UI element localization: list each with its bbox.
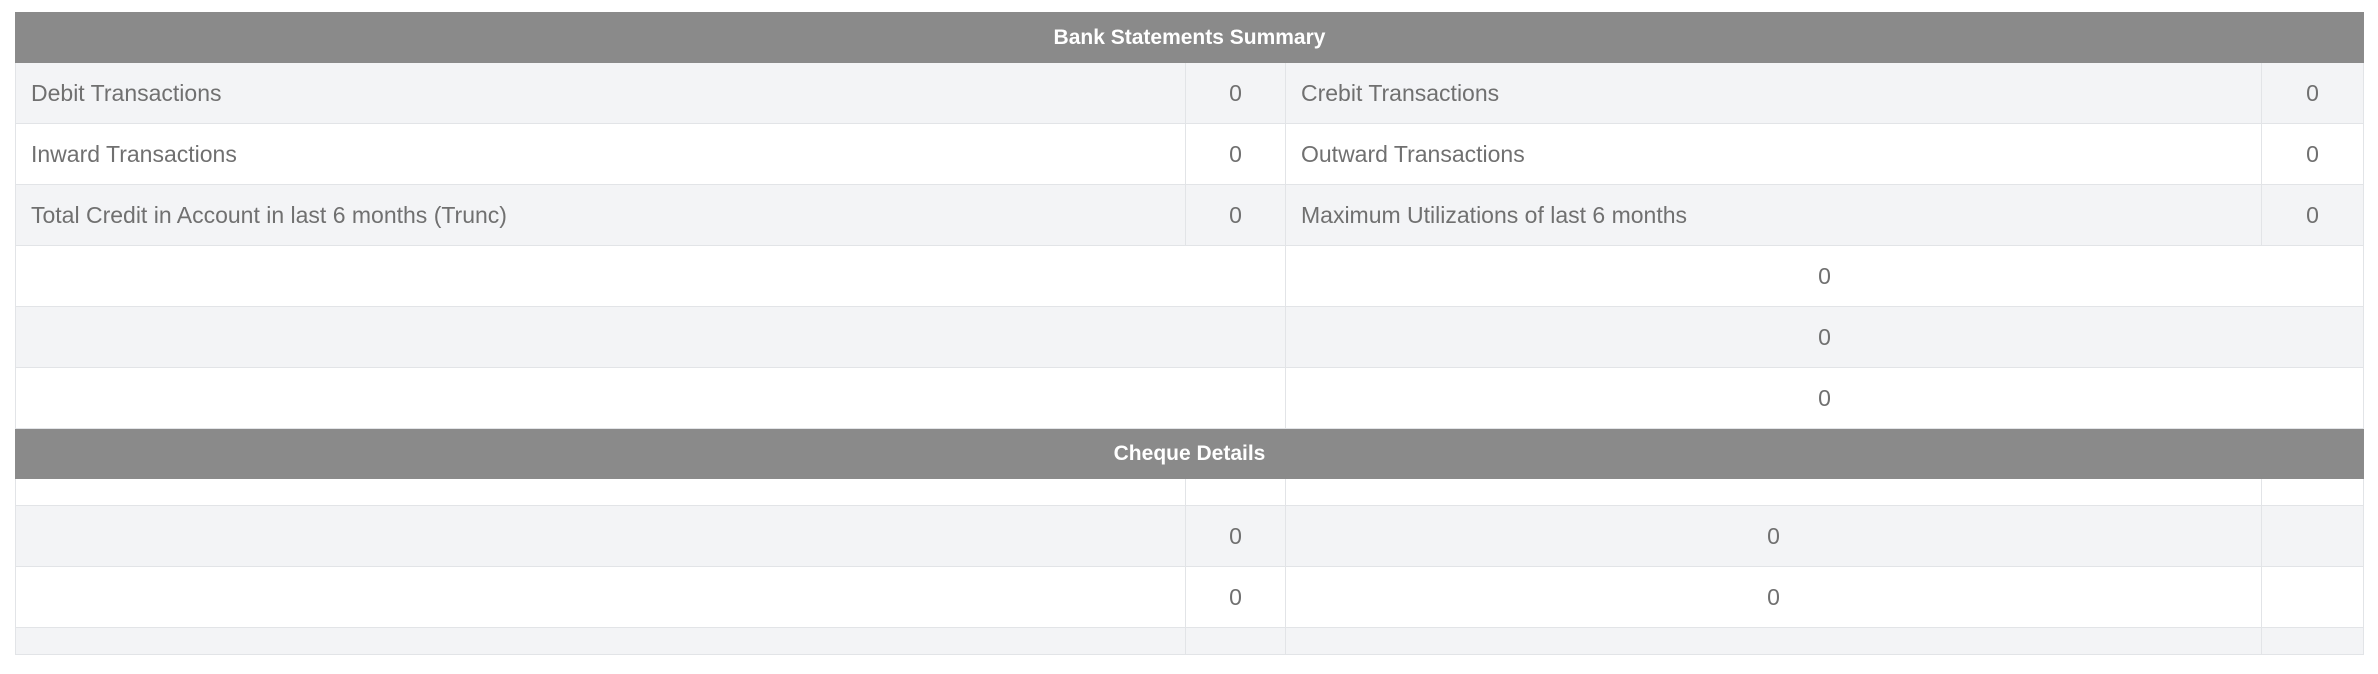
total-credit-label: Total Credit in Account in last 6 months… [15, 184, 1186, 246]
empty-cell [15, 478, 1186, 506]
empty-cell [1285, 627, 2262, 655]
extra-value: 0 [1285, 367, 2364, 429]
debit-transactions-value: 0 [1185, 62, 1286, 124]
cheque-value: 0 [1185, 566, 1286, 628]
empty-cell [1185, 627, 1286, 655]
empty-cell [15, 627, 1186, 655]
table-row: 0 0 [15, 505, 2364, 567]
extra-value: 0 [1285, 306, 2364, 368]
empty-label-cell [15, 367, 1286, 429]
outward-transactions-label: Outward Transactions [1285, 123, 2262, 185]
maximum-utilizations-value: 0 [2261, 184, 2364, 246]
maximum-utilizations-label: Maximum Utilizations of last 6 months [1285, 184, 2262, 246]
cheque-details-header-row: Cheque Details [15, 428, 2364, 479]
empty-label-cell [15, 245, 1286, 307]
empty-cell [15, 505, 1186, 567]
cheque-value: 0 [1285, 566, 2262, 628]
table-row: 0 0 [15, 566, 2364, 628]
summary-panel: Bank Statements Summary Debit Transactio… [15, 12, 2364, 655]
table-row [15, 478, 2364, 506]
table-row: Debit Transactions 0 Crebit Transactions… [15, 62, 2364, 124]
table-row: Inward Transactions 0 Outward Transactio… [15, 123, 2364, 185]
total-credit-value: 0 [1185, 184, 1286, 246]
table-row [15, 627, 2364, 655]
empty-cell [2261, 478, 2364, 506]
crebit-transactions-value: 0 [2261, 62, 2364, 124]
empty-label-cell [15, 306, 1286, 368]
cheque-value: 0 [1285, 505, 2262, 567]
inward-transactions-value: 0 [1185, 123, 1286, 185]
empty-cell [1185, 478, 1286, 506]
bank-statements-title: Bank Statements Summary [15, 12, 2364, 63]
extra-value: 0 [1285, 245, 2364, 307]
outward-transactions-value: 0 [2261, 123, 2364, 185]
empty-cell [15, 566, 1186, 628]
empty-cell [2261, 627, 2364, 655]
cheque-details-title: Cheque Details [15, 428, 2364, 479]
debit-transactions-label: Debit Transactions [15, 62, 1186, 124]
table-row: 0 [15, 306, 2364, 368]
bank-statements-table: Bank Statements Summary Debit Transactio… [15, 12, 2364, 655]
crebit-transactions-label: Crebit Transactions [1285, 62, 2262, 124]
inward-transactions-label: Inward Transactions [15, 123, 1186, 185]
bank-statements-header-row: Bank Statements Summary [15, 12, 2364, 63]
empty-cell [2261, 505, 2364, 567]
empty-cell [1285, 478, 2262, 506]
cheque-value: 0 [1185, 505, 1286, 567]
table-row: 0 [15, 367, 2364, 429]
table-row: Total Credit in Account in last 6 months… [15, 184, 2364, 246]
table-row: 0 [15, 245, 2364, 307]
empty-cell [2261, 566, 2364, 628]
